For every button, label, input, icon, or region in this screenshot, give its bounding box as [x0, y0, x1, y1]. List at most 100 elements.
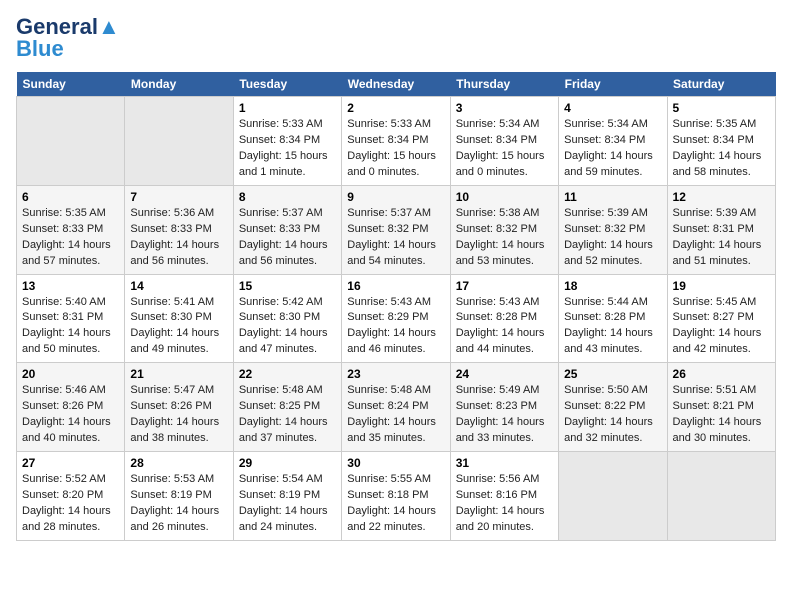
- calendar-cell: 7 Sunrise: 5:36 AMSunset: 8:33 PMDaylight…: [125, 185, 233, 274]
- calendar-week-row: 6 Sunrise: 5:35 AMSunset: 8:33 PMDaylight…: [17, 185, 776, 274]
- day-number: 9: [347, 190, 444, 204]
- calendar-week-row: 13 Sunrise: 5:40 AMSunset: 8:31 PMDayligh…: [17, 274, 776, 363]
- day-info: Sunrise: 5:42 AMSunset: 8:30 PMDaylight:…: [239, 295, 336, 359]
- calendar-cell: 22 Sunrise: 5:48 AMSunset: 8:25 PMDayligh…: [233, 363, 341, 452]
- calendar-cell: 21 Sunrise: 5:47 AMSunset: 8:26 PMDayligh…: [125, 363, 233, 452]
- day-number: 8: [239, 190, 336, 204]
- calendar-cell: 13 Sunrise: 5:40 AMSunset: 8:31 PMDayligh…: [17, 274, 125, 363]
- calendar-cell: 23Sunrise: 5:48 AMSunset: 8:24 PMDayligh…: [342, 363, 450, 452]
- day-header-monday: Monday: [125, 72, 233, 97]
- day-info: Sunrise: 5:38 AMSunset: 8:32 PMDaylight:…: [456, 206, 553, 270]
- day-number: 18: [564, 279, 661, 293]
- calendar-cell: 11 Sunrise: 5:39 AMSunset: 8:32 PMDayligh…: [559, 185, 667, 274]
- day-info: Sunrise: 5:36 AMSunset: 8:33 PMDaylight:…: [130, 206, 227, 270]
- day-header-thursday: Thursday: [450, 72, 558, 97]
- calendar-week-row: 27 Sunrise: 5:52 AMSunset: 8:20 PMDayligh…: [17, 452, 776, 541]
- day-header-tuesday: Tuesday: [233, 72, 341, 97]
- day-number: 10: [456, 190, 553, 204]
- day-info: Sunrise: 5:54 AMSunset: 8:19 PMDaylight:…: [239, 472, 336, 536]
- day-info: Sunrise: 5:37 AMSunset: 8:32 PMDaylight:…: [347, 206, 444, 270]
- calendar-cell: 16 Sunrise: 5:43 AMSunset: 8:29 PMDayligh…: [342, 274, 450, 363]
- calendar-cell: 29Sunrise: 5:54 AMSunset: 8:19 PMDayligh…: [233, 452, 341, 541]
- day-number: 26: [673, 367, 770, 381]
- calendar-week-row: 20 Sunrise: 5:46 AMSunset: 8:26 PMDayligh…: [17, 363, 776, 452]
- calendar-cell: 14 Sunrise: 5:41 AMSunset: 8:30 PMDayligh…: [125, 274, 233, 363]
- day-info: Sunrise: 5:49 AMSunset: 8:23 PMDaylight:…: [456, 383, 553, 447]
- calendar-cell: 10 Sunrise: 5:38 AMSunset: 8:32 PMDayligh…: [450, 185, 558, 274]
- calendar-week-row: 1Sunrise: 5:33 AMSunset: 8:34 PMDaylight…: [17, 97, 776, 186]
- day-number: 21: [130, 367, 227, 381]
- day-header-sunday: Sunday: [17, 72, 125, 97]
- day-info: Sunrise: 5:53 AMSunset: 8:19 PMDaylight:…: [130, 472, 227, 536]
- day-number: 5: [673, 101, 770, 115]
- day-info: Sunrise: 5:37 AMSunset: 8:33 PMDaylight:…: [239, 206, 336, 270]
- day-info: Sunrise: 5:51 AMSunset: 8:21 PMDaylight:…: [673, 383, 770, 447]
- day-number: 24: [456, 367, 553, 381]
- day-info: Sunrise: 5:43 AMSunset: 8:28 PMDaylight:…: [456, 295, 553, 359]
- day-info: Sunrise: 5:55 AMSunset: 8:18 PMDaylight:…: [347, 472, 444, 536]
- day-number: 27: [22, 456, 119, 470]
- day-info: Sunrise: 5:46 AMSunset: 8:26 PMDaylight:…: [22, 383, 119, 447]
- day-number: 17: [456, 279, 553, 293]
- day-number: 7: [130, 190, 227, 204]
- day-number: 11: [564, 190, 661, 204]
- day-number: 30: [347, 456, 444, 470]
- calendar-cell: 30 Sunrise: 5:55 AMSunset: 8:18 PMDayligh…: [342, 452, 450, 541]
- day-info: Sunrise: 5:39 AMSunset: 8:32 PMDaylight:…: [564, 206, 661, 270]
- day-number: 15: [239, 279, 336, 293]
- logo: General▲Blue: [16, 16, 120, 60]
- calendar-cell: 25Sunrise: 5:50 AMSunset: 8:22 PMDayligh…: [559, 363, 667, 452]
- day-info: Sunrise: 5:39 AMSunset: 8:31 PMDaylight:…: [673, 206, 770, 270]
- calendar-cell: [559, 452, 667, 541]
- day-info: Sunrise: 5:43 AMSunset: 8:29 PMDaylight:…: [347, 295, 444, 359]
- logo-text: General▲Blue: [16, 16, 120, 60]
- calendar-cell: 17 Sunrise: 5:43 AMSunset: 8:28 PMDayligh…: [450, 274, 558, 363]
- calendar-cell: [17, 97, 125, 186]
- day-info: Sunrise: 5:56 AMSunset: 8:16 PMDaylight:…: [456, 472, 553, 536]
- calendar-cell: 8 Sunrise: 5:37 AMSunset: 8:33 PMDaylight…: [233, 185, 341, 274]
- day-info: Sunrise: 5:45 AMSunset: 8:27 PMDaylight:…: [673, 295, 770, 359]
- day-info: Sunrise: 5:47 AMSunset: 8:26 PMDaylight:…: [130, 383, 227, 447]
- day-info: Sunrise: 5:52 AMSunset: 8:20 PMDaylight:…: [22, 472, 119, 536]
- day-header-wednesday: Wednesday: [342, 72, 450, 97]
- day-info: Sunrise: 5:48 AMSunset: 8:25 PMDaylight:…: [239, 383, 336, 447]
- calendar-cell: 31 Sunrise: 5:56 AMSunset: 8:16 PMDayligh…: [450, 452, 558, 541]
- calendar-cell: 5 Sunrise: 5:35 AMSunset: 8:34 PMDaylight…: [667, 97, 775, 186]
- day-info: Sunrise: 5:44 AMSunset: 8:28 PMDaylight:…: [564, 295, 661, 359]
- day-number: 6: [22, 190, 119, 204]
- day-header-friday: Friday: [559, 72, 667, 97]
- day-number: 16: [347, 279, 444, 293]
- day-number: 28: [130, 456, 227, 470]
- day-info: Sunrise: 5:41 AMSunset: 8:30 PMDaylight:…: [130, 295, 227, 359]
- calendar-cell: 20 Sunrise: 5:46 AMSunset: 8:26 PMDayligh…: [17, 363, 125, 452]
- day-number: 4: [564, 101, 661, 115]
- calendar-cell: 27 Sunrise: 5:52 AMSunset: 8:20 PMDayligh…: [17, 452, 125, 541]
- calendar-cell: 12 Sunrise: 5:39 AMSunset: 8:31 PMDayligh…: [667, 185, 775, 274]
- calendar-cell: 6 Sunrise: 5:35 AMSunset: 8:33 PMDaylight…: [17, 185, 125, 274]
- day-number: 2: [347, 101, 444, 115]
- calendar-cell: [125, 97, 233, 186]
- day-info: Sunrise: 5:33 AMSunset: 8:34 PMDaylight:…: [347, 117, 444, 181]
- day-info: Sunrise: 5:48 AMSunset: 8:24 PMDaylight:…: [347, 383, 444, 447]
- calendar-cell: 28 Sunrise: 5:53 AMSunset: 8:19 PMDayligh…: [125, 452, 233, 541]
- calendar-cell: 26 Sunrise: 5:51 AMSunset: 8:21 PMDayligh…: [667, 363, 775, 452]
- day-number: 13: [22, 279, 119, 293]
- day-info: Sunrise: 5:35 AMSunset: 8:33 PMDaylight:…: [22, 206, 119, 270]
- day-info: Sunrise: 5:34 AMSunset: 8:34 PMDaylight:…: [456, 117, 553, 181]
- day-info: Sunrise: 5:34 AMSunset: 8:34 PMDaylight:…: [564, 117, 661, 181]
- day-number: 31: [456, 456, 553, 470]
- day-info: Sunrise: 5:33 AMSunset: 8:34 PMDaylight:…: [239, 117, 336, 181]
- calendar-cell: [667, 452, 775, 541]
- day-number: 14: [130, 279, 227, 293]
- day-number: 20: [22, 367, 119, 381]
- day-number: 19: [673, 279, 770, 293]
- day-number: 3: [456, 101, 553, 115]
- day-info: Sunrise: 5:40 AMSunset: 8:31 PMDaylight:…: [22, 295, 119, 359]
- calendar-cell: 1Sunrise: 5:33 AMSunset: 8:34 PMDaylight…: [233, 97, 341, 186]
- day-number: 12: [673, 190, 770, 204]
- day-info: Sunrise: 5:35 AMSunset: 8:34 PMDaylight:…: [673, 117, 770, 181]
- day-number: 22: [239, 367, 336, 381]
- day-info: Sunrise: 5:50 AMSunset: 8:22 PMDaylight:…: [564, 383, 661, 447]
- calendar-cell: 9 Sunrise: 5:37 AMSunset: 8:32 PMDaylight…: [342, 185, 450, 274]
- calendar-cell: 19 Sunrise: 5:45 AMSunset: 8:27 PMDayligh…: [667, 274, 775, 363]
